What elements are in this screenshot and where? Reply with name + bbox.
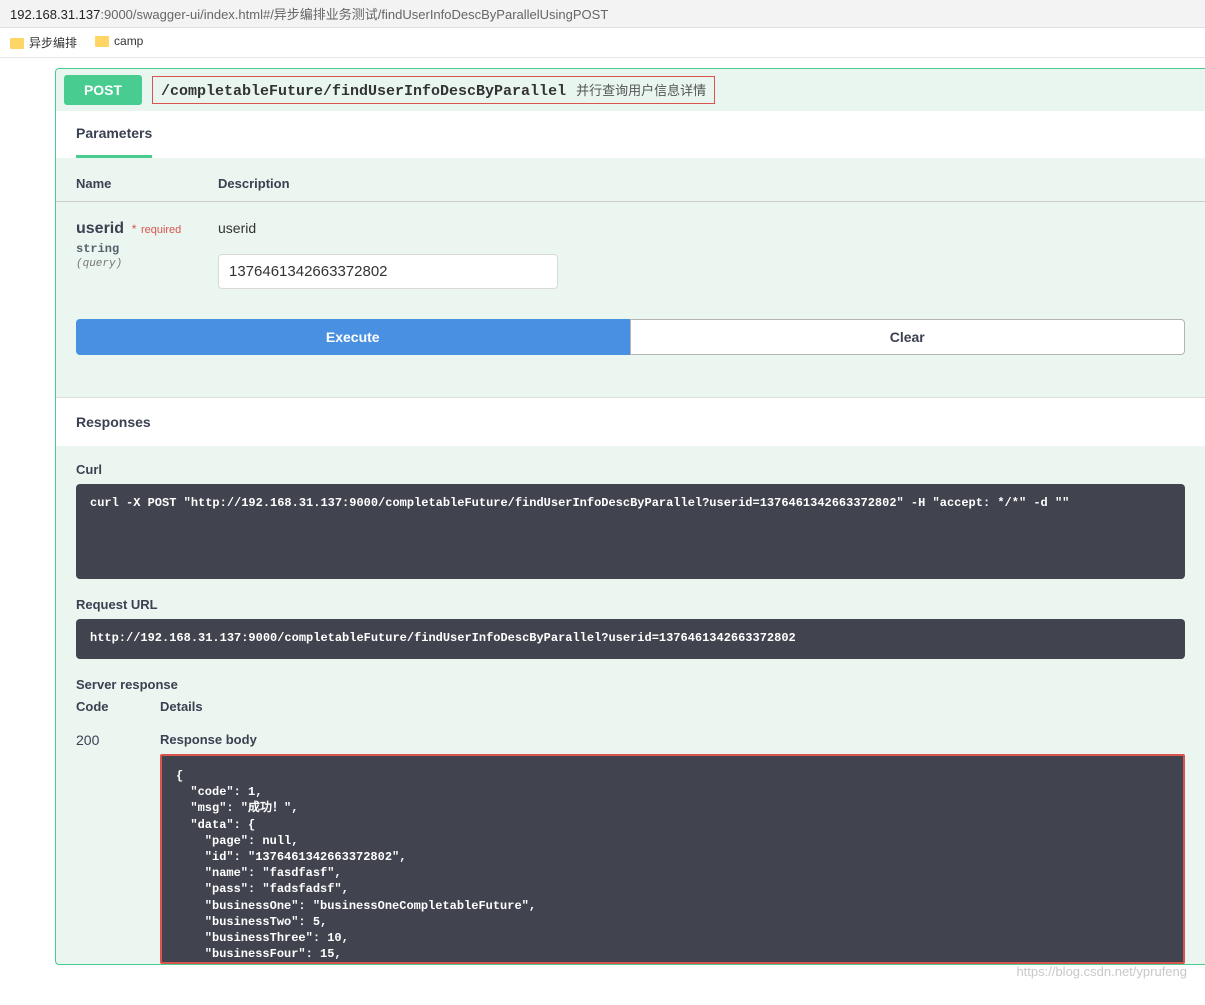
response-table-header: Code Details [56,699,1205,714]
bookmark-item[interactable]: camp [95,34,143,51]
response-code: 200 [76,732,160,964]
responses-section: Curl curl -X POST "http://192.168.31.137… [56,446,1205,692]
parameter-in: (query) [76,258,218,270]
parameter-desc-block: userid [218,220,1185,289]
details-column-header: Details [160,699,1185,714]
response-body-row: 200 Response body { "code": 1, "msg": "成… [56,714,1205,964]
required-star: * [128,222,136,236]
parameter-name: userid [76,220,124,237]
parameter-input[interactable] [218,254,558,289]
address-bar[interactable]: 192.168.31.137:9000/swagger-ui/index.htm… [0,0,1205,28]
url-host: 192.168.31.137 [10,7,100,22]
operation-block: POST /completableFuture/findUserInfoDesc… [55,68,1205,965]
parameter-type: string [76,242,218,256]
responses-title: Responses [56,397,1205,446]
curl-block[interactable]: curl -X POST "http://192.168.31.137:9000… [76,484,1185,579]
url-path: :9000/swagger-ui/index.html#/异步编排业务测试/fi… [100,7,608,22]
request-url-label: Request URL [76,597,1185,612]
header-description: Description [218,176,290,191]
bookmark-item[interactable]: 异步编排 [10,34,77,51]
folder-icon [95,36,109,47]
path-box: /completableFuture/findUserInfoDescByPar… [152,76,715,104]
tabs: Parameters [56,111,1205,158]
operation-summary[interactable]: POST /completableFuture/findUserInfoDesc… [56,69,1205,111]
bookmark-label: camp [114,34,143,48]
parameters-header: Name Description [56,176,1205,202]
required-label: required [141,224,181,236]
bookmark-label: 异步编排 [29,36,77,50]
request-url-block[interactable]: http://192.168.31.137:9000/completableFu… [76,619,1185,659]
response-body-label: Response body [160,732,1185,747]
parameter-description: userid [218,220,1185,236]
response-body-block[interactable]: { "code": 1, "msg": "成功！", "data": { "pa… [160,754,1185,964]
parameter-name-block: userid * required string (query) [76,220,218,289]
operation-summary-text: 并行查询用户信息详情 [576,80,706,99]
header-name: Name [76,176,218,191]
method-badge: POST [64,75,142,105]
tab-parameters[interactable]: Parameters [76,111,152,158]
watermark: https://blog.csdn.net/yprufeng [1016,964,1187,979]
parameters-section: Name Description userid * required strin… [56,158,1205,397]
folder-icon [10,38,24,49]
curl-label: Curl [76,462,1185,477]
execute-button[interactable]: Execute [76,319,630,355]
operation-path: /completableFuture/findUserInfoDescByPar… [161,83,566,100]
button-row: Execute Clear [56,289,1205,375]
parameter-row: userid * required string (query) userid [56,220,1205,289]
code-column-header: Code [76,699,160,714]
bookmarks-bar: 异步编排 camp [0,28,1205,58]
server-response-label: Server response [76,677,1185,692]
clear-button[interactable]: Clear [630,319,1186,355]
